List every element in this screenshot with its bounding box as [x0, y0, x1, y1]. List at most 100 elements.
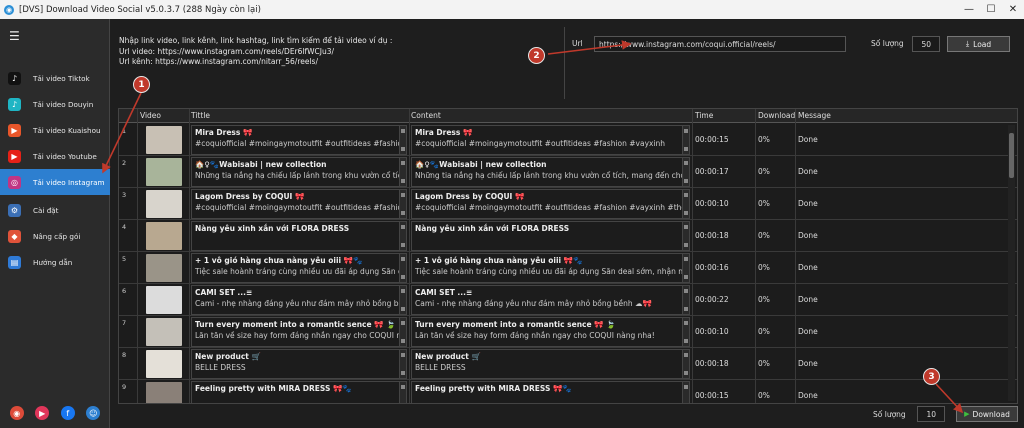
url-label: Url [572, 39, 583, 48]
instruction-example-video: Url video: https://www.instagram.com/ree… [119, 46, 335, 56]
content-cell[interactable]: 🏠♀🐾Wabisabi | new collection Những tia nắ… [411, 157, 690, 187]
content-cell[interactable]: Mira Dress 🎀 #coquiofficial #moingaymotou… [411, 125, 690, 155]
table-row[interactable]: 5 + 1 vô gió hàng chưa nàng yêu oiii 🎀🐾 Ti… [119, 252, 1017, 284]
table-row[interactable]: 6 CAMI SET ...≡ Cami - nhẹ nhàng đáng yêu … [119, 284, 1017, 316]
cell-scrollbar[interactable] [399, 350, 406, 378]
title-cell[interactable]: New product 🛒 BELLE DRESS [191, 349, 407, 379]
title-cell[interactable]: 🏠♀🐾Wabisabi | new collection Những tia nắ… [191, 157, 407, 187]
hamburger-menu-icon[interactable]: ☰ [9, 29, 21, 43]
message-cell: Done [798, 199, 818, 208]
minimize-button[interactable]: — [958, 0, 980, 19]
kuaishou-icon: ▶ [8, 123, 21, 137]
sidebar-item-upgrade[interactable]: ◆ Nâng cấp gói [0, 223, 110, 249]
video-thumbnail[interactable] [146, 190, 182, 218]
title-cell[interactable]: CAMI SET ...≡ Cami - nhẹ nhàng đáng yêu n… [191, 285, 407, 315]
cell-scrollbar[interactable] [682, 350, 689, 378]
video-thumbnail[interactable] [146, 318, 182, 346]
table-row[interactable]: 1 Mira Dress 🎀 #coquiofficial #moingaymoto… [119, 124, 1017, 156]
cell-scrollbar[interactable] [682, 382, 689, 403]
title-cell[interactable]: Lagom Dress by COQUI 🎀 #coquiofficial #mo… [191, 189, 407, 219]
video-thumbnail[interactable] [146, 350, 182, 378]
cell-scrollbar[interactable] [682, 286, 689, 314]
col-download[interactable]: Download [758, 111, 795, 120]
sidebar-item-instagram[interactable]: ◎ Tải video Instagram [0, 169, 110, 195]
annotation-marker-2: 2 [528, 47, 545, 64]
video-thumbnail[interactable] [146, 126, 182, 154]
sidebar-item-label: Tải video Kuaishou [33, 125, 101, 135]
row-number: 3 [122, 191, 127, 199]
content-line-2: #coquiofficial #moingaymotoutfit #outfit… [415, 139, 666, 148]
cell-scrollbar[interactable] [682, 190, 689, 218]
url-input[interactable] [594, 36, 846, 52]
cell-scrollbar[interactable] [682, 318, 689, 346]
table-row[interactable]: 3 Lagom Dress by COQUI 🎀 #coquiofficial #m… [119, 188, 1017, 220]
table-scrollbar[interactable] [1008, 125, 1015, 401]
cell-scrollbar[interactable] [682, 126, 689, 154]
quantity-input[interactable] [912, 36, 940, 52]
instruction-example-channel: Url kênh: https://www.instagram.com/nita… [119, 57, 318, 66]
table-row[interactable]: 9 Feeling pretty with MIRA DRESS 🎀🐾 Feelin… [119, 380, 1017, 403]
video-thumbnail[interactable] [146, 254, 182, 282]
app-icon[interactable]: ▶ [35, 406, 50, 420]
chrome-icon[interactable]: ◉ [9, 406, 24, 420]
footer-quantity-input[interactable] [917, 406, 945, 422]
video-thumbnail[interactable] [146, 222, 182, 250]
col-video[interactable]: Video [140, 111, 161, 120]
sidebar-item-label: Cài đặt [33, 205, 59, 215]
cell-scrollbar[interactable] [682, 158, 689, 186]
title-cell[interactable]: + 1 vô gió hàng chưa nàng yêu oiii 🎀🐾 Tiệ… [191, 253, 407, 283]
sidebar-item-label: Tải video Douyin [33, 99, 94, 109]
table-row[interactable]: 4 Nàng yêu xinh xắn với FLORA DRESS Nàng y… [119, 220, 1017, 252]
play-icon: ▶ [964, 410, 970, 418]
title-cell[interactable]: Nàng yêu xinh xắn với FLORA DRESS [191, 221, 407, 251]
support-icon[interactable]: ☺ [86, 406, 101, 420]
sidebar-item-kuaishou[interactable]: ▶ Tải video Kuaishou [0, 117, 110, 143]
col-time[interactable]: Time [695, 111, 713, 120]
content-cell[interactable]: Feeling pretty with MIRA DRESS 🎀🐾 [411, 381, 690, 403]
download-button[interactable]: ▶ Download [956, 406, 1018, 422]
title-cell[interactable]: Mira Dress 🎀 #coquiofficial #moingaymotou… [191, 125, 407, 155]
sidebar-item-tiktok[interactable]: ♪ Tải video Tiktok [0, 65, 110, 91]
content-cell[interactable]: + 1 vô gió hàng chưa nàng yêu oiii 🎀🐾 Tiệ… [411, 253, 690, 283]
table-row[interactable]: 2 🏠♀🐾Wabisabi | new collection Những tia n… [119, 156, 1017, 188]
sidebar-item-label: Tải video Instagram [33, 177, 105, 187]
cell-scrollbar[interactable] [399, 158, 406, 186]
load-button[interactable]: ⤓ Load [947, 36, 1010, 52]
cell-scrollbar[interactable] [399, 382, 406, 403]
video-thumbnail[interactable] [146, 158, 182, 186]
scrollbar-thumb[interactable] [1009, 133, 1014, 178]
table-row[interactable]: 7 Turn every moment into a romantic sence… [119, 316, 1017, 348]
content-cell[interactable]: New product 🛒 BELLE DRESS [411, 349, 690, 379]
cell-scrollbar[interactable] [399, 254, 406, 282]
col-title[interactable]: Tittle [191, 111, 210, 120]
sidebar-item-youtube[interactable]: ▶ Tải video Youtube [0, 143, 110, 169]
video-thumbnail[interactable] [146, 286, 182, 314]
facebook-icon[interactable]: f [60, 406, 75, 420]
content-cell[interactable]: Turn every moment into a romantic sence … [411, 317, 690, 347]
sidebar-item-douyin[interactable]: ♪ Tải video Douyin [0, 91, 110, 117]
content-cell[interactable]: CAMI SET ...≡ Cami - nhẹ nhàng đáng yêu n… [411, 285, 690, 315]
cell-scrollbar[interactable] [682, 254, 689, 282]
col-content[interactable]: Content [411, 111, 441, 120]
quantity-label: Số lượng [871, 39, 904, 48]
content-line-1: 🏠♀🐾Wabisabi | new collection [415, 160, 547, 169]
title-cell[interactable]: Turn every moment into a romantic sence … [191, 317, 407, 347]
sidebar-item-guide[interactable]: ▤ Hướng dẫn [0, 249, 110, 275]
cell-scrollbar[interactable] [399, 286, 406, 314]
cell-scrollbar[interactable] [399, 126, 406, 154]
cell-scrollbar[interactable] [399, 318, 406, 346]
title-line-1: 🏠♀🐾Wabisabi | new collection [195, 160, 327, 169]
content-cell[interactable]: Lagom Dress by COQUI 🎀 #coquiofficial #mo… [411, 189, 690, 219]
cell-scrollbar[interactable] [682, 222, 689, 250]
cell-scrollbar[interactable] [399, 190, 406, 218]
col-message[interactable]: Message [798, 111, 831, 120]
maximize-button[interactable]: ☐ [980, 0, 1002, 19]
content-cell[interactable]: Nàng yêu xinh xắn với FLORA DRESS [411, 221, 690, 251]
title-cell[interactable]: Feeling pretty with MIRA DRESS 🎀🐾 [191, 381, 407, 403]
video-thumbnail[interactable] [146, 382, 182, 403]
close-button[interactable]: ✕ [1002, 0, 1024, 19]
cell-scrollbar[interactable] [399, 222, 406, 250]
table-row[interactable]: 8 New product 🛒 BELLE DRESS New product 🛒 BE… [119, 348, 1017, 380]
sidebar-item-gear[interactable]: ⚙ Cài đặt [0, 197, 110, 223]
time-cell: 00:00:10 [695, 199, 729, 208]
